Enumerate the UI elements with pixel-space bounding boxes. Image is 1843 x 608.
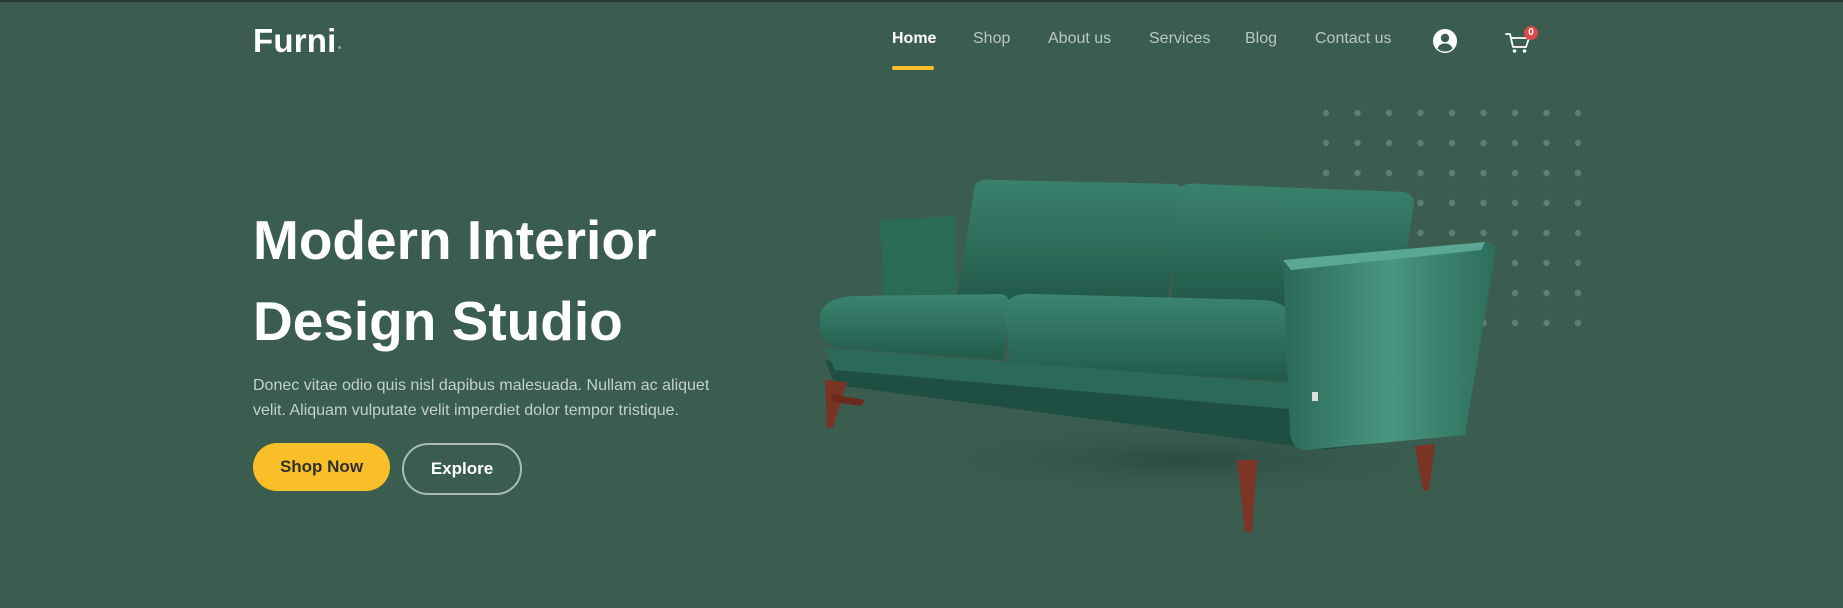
pattern-dot xyxy=(1543,109,1550,117)
pattern-dot xyxy=(1448,109,1456,117)
hero-description-line-1: Donec vitae odio quis nisl dapibus males… xyxy=(253,377,710,394)
pattern-dot xyxy=(1322,109,1330,117)
active-nav-underline xyxy=(892,66,934,70)
pattern-dot xyxy=(1574,259,1582,267)
nav-contact-us[interactable]: Contact us xyxy=(1315,30,1391,48)
pattern-dot xyxy=(1543,169,1550,177)
top-border xyxy=(0,0,1843,2)
pattern-dot xyxy=(1511,289,1519,297)
nav-shop[interactable]: Shop xyxy=(973,30,1010,48)
pattern-dot xyxy=(1511,139,1519,147)
nav-about-us[interactable]: About us xyxy=(1048,30,1111,48)
pattern-dot xyxy=(1417,109,1424,117)
nav-home[interactable]: Home xyxy=(892,30,936,48)
pattern-dot xyxy=(1385,109,1393,117)
pattern-dot xyxy=(1385,139,1393,147)
hero-title-line-2: Design Studio xyxy=(253,290,623,352)
pattern-dot xyxy=(1354,109,1361,117)
pattern-dot xyxy=(1511,259,1519,267)
brand-logo[interactable]: Furni xyxy=(253,22,336,60)
cart-count-badge: 0 xyxy=(1524,26,1538,40)
pattern-dot xyxy=(1511,169,1519,177)
pattern-dot xyxy=(1511,199,1519,207)
pattern-dot xyxy=(1322,139,1330,147)
pattern-dot xyxy=(1543,229,1550,237)
pattern-dot xyxy=(1543,289,1550,297)
pattern-dot xyxy=(1543,199,1550,207)
shop-now-button[interactable]: Shop Now xyxy=(253,443,390,491)
explore-button[interactable]: Explore xyxy=(402,443,522,495)
pattern-dot xyxy=(1543,259,1550,267)
pattern-dot xyxy=(1543,319,1550,327)
pattern-dot xyxy=(1417,139,1424,147)
pattern-dot xyxy=(1511,229,1519,237)
hero-description: Donec vitae odio quis nisl dapibus males… xyxy=(253,373,723,423)
pattern-dot xyxy=(1574,109,1582,117)
pattern-dot xyxy=(1480,139,1487,147)
pattern-dot xyxy=(1574,229,1582,237)
pattern-dot xyxy=(1543,139,1550,147)
brand-dot xyxy=(338,46,341,49)
pattern-dot xyxy=(1480,109,1487,117)
nav-services[interactable]: Services xyxy=(1149,30,1210,48)
hero-title: Modern Interior Design Studio xyxy=(253,200,813,362)
hero-title-line-1: Modern Interior xyxy=(253,209,657,271)
pattern-dot xyxy=(1511,319,1519,327)
pattern-dot xyxy=(1574,139,1582,147)
user-icon[interactable] xyxy=(1432,28,1458,54)
nav-blog[interactable]: Blog xyxy=(1245,30,1277,48)
hero-description-line-2: velit. Aliquam vulputate velit imperdiet… xyxy=(253,402,679,419)
sofa-image xyxy=(819,179,1505,532)
pattern-dot xyxy=(1448,139,1456,147)
pattern-dot xyxy=(1574,199,1582,207)
pattern-dot xyxy=(1574,319,1582,327)
pattern-dot xyxy=(1354,139,1361,147)
pattern-dot xyxy=(1574,289,1582,297)
pattern-dot xyxy=(1574,169,1582,177)
pattern-dot xyxy=(1511,109,1519,117)
